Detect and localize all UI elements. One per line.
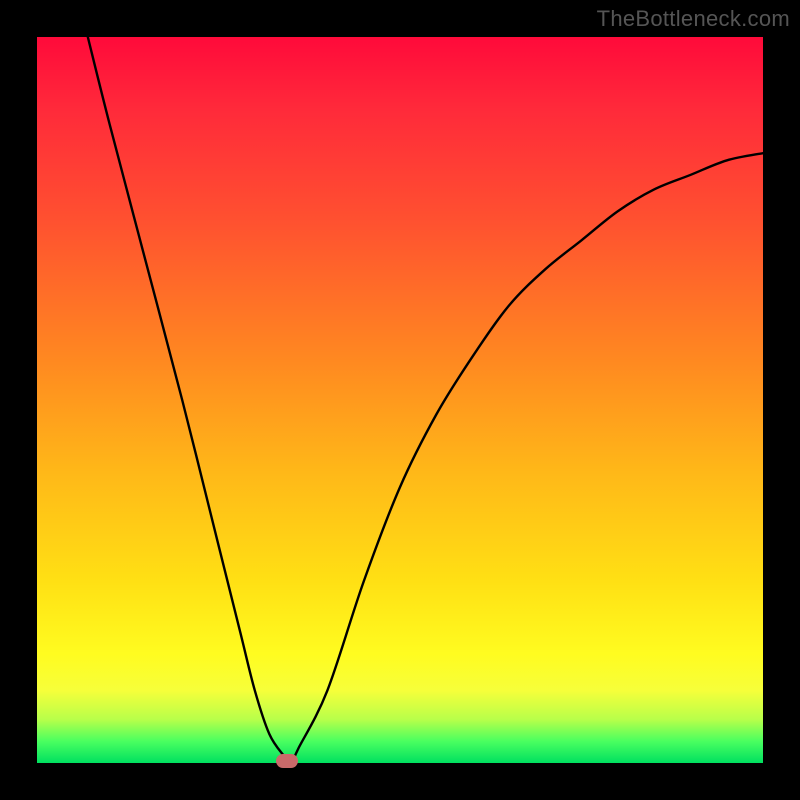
watermark-text: TheBottleneck.com	[597, 6, 790, 32]
plot-area	[37, 37, 763, 763]
bottleneck-curve	[37, 37, 763, 763]
minimum-marker	[276, 754, 298, 768]
chart-frame: TheBottleneck.com	[0, 0, 800, 800]
